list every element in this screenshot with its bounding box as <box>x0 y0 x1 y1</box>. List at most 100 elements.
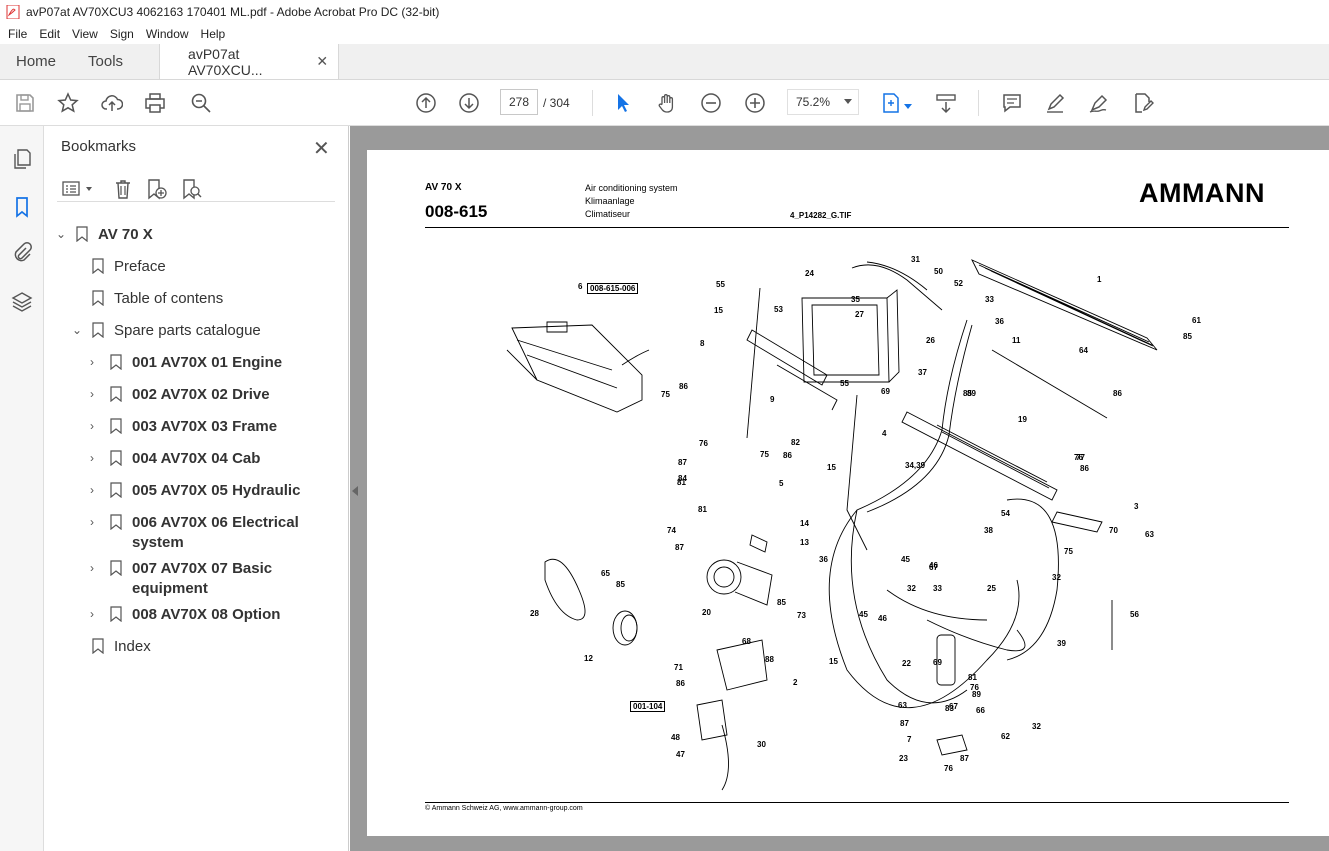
part-callout-label: 12 <box>584 654 593 663</box>
collapsed-chevron-icon[interactable]: › <box>90 419 104 433</box>
page-number-input[interactable]: 278 <box>500 89 538 115</box>
part-callout-label: 85 <box>616 580 625 589</box>
part-callout-label: 15 <box>827 463 836 472</box>
menu-help[interactable]: Help <box>201 27 226 41</box>
collapsed-chevron-icon[interactable]: › <box>90 355 104 369</box>
previous-page-icon[interactable] <box>415 92 437 114</box>
star-icon[interactable] <box>57 92 79 114</box>
menu-edit[interactable]: Edit <box>39 27 60 41</box>
menu-view[interactable]: View <box>72 27 98 41</box>
part-callout-label: 25 <box>987 584 996 593</box>
new-bookmark-icon[interactable] <box>145 178 167 200</box>
part-callout-label: 36 <box>995 317 1004 326</box>
part-callout-label: 52 <box>954 279 963 288</box>
zoom-out-icon[interactable] <box>700 92 722 114</box>
tab-document[interactable]: avP07at AV70XCU... ✕ <box>159 44 340 79</box>
menu-file[interactable]: File <box>8 27 27 41</box>
bookmark-preface[interactable]: Preface <box>92 257 166 277</box>
bookmark-flag-icon <box>110 418 122 434</box>
highlight-pen-icon[interactable] <box>1044 92 1066 114</box>
collapse-panel-icon[interactable] <box>352 486 358 496</box>
bookmarks-icon[interactable] <box>11 196 33 218</box>
zoom-search-icon[interactable] <box>190 92 212 114</box>
bookmarks-panel-title: Bookmarks <box>61 138 137 155</box>
part-callout-label: 35 <box>851 295 860 304</box>
bookmark-index[interactable]: Index <box>92 637 151 657</box>
part-callout-label: 15 <box>714 306 723 315</box>
bookmark-label: 007 AV70X 07 Basic equipment <box>132 560 273 597</box>
upload-cloud-icon[interactable] <box>101 92 124 114</box>
next-page-icon[interactable] <box>458 92 480 114</box>
part-callout-label: 32 <box>1032 722 1041 731</box>
menu-window[interactable]: Window <box>146 27 189 41</box>
collapsed-chevron-icon[interactable]: › <box>90 483 104 497</box>
menu-sign[interactable]: Sign <box>110 27 134 41</box>
bookmark-004-cab[interactable]: › 004 AV70X 04 Cab <box>90 449 260 469</box>
bookmark-label: 006 AV70X 06 Electrical system <box>132 514 299 551</box>
bookmark-003-frame[interactable]: › 003 AV70X 03 Frame <box>90 417 277 437</box>
bookmark-label: Preface <box>114 258 166 275</box>
part-callout-label: 1 <box>1097 275 1102 284</box>
expanded-chevron-icon[interactable]: ⌄ <box>72 323 86 337</box>
part-callout-label: 34,39 <box>905 461 926 470</box>
bookmark-flag-icon <box>92 322 104 338</box>
print-icon[interactable] <box>144 92 166 114</box>
part-callout-label: 36 <box>819 555 828 564</box>
delete-bookmark-icon[interactable] <box>112 178 134 200</box>
tab-tools[interactable]: Tools <box>72 44 139 79</box>
zoom-in-icon[interactable] <box>744 92 766 114</box>
part-callout-label: 66 <box>976 706 985 715</box>
bookmark-007-basic-equipment[interactable]: › 007 AV70X 07 Basic equipment <box>90 559 320 599</box>
bookmark-table-of-contents[interactable]: Table of contens <box>92 289 223 309</box>
part-callout-label: 53 <box>774 305 783 314</box>
part-callout-label: 33 <box>985 295 994 304</box>
bookmark-flag-icon <box>110 354 122 370</box>
scroll-mode-icon[interactable] <box>935 92 957 114</box>
expanded-chevron-icon[interactable]: ⌄ <box>56 227 70 241</box>
collapsed-chevron-icon[interactable]: › <box>90 561 104 575</box>
part-callout-label: 83 <box>945 704 954 713</box>
part-callout-label: 86 <box>1113 389 1122 398</box>
part-callout-label: 81 <box>698 505 707 514</box>
bookmark-spare-parts-catalogue[interactable]: ⌄ Spare parts catalogue <box>72 321 261 341</box>
zoom-level-value: 75.2% <box>796 95 831 109</box>
hand-tool-icon[interactable] <box>656 92 678 114</box>
fit-page-icon[interactable] <box>880 92 902 114</box>
left-navigation-rail <box>0 126 44 851</box>
close-tab-icon[interactable]: ✕ <box>316 53 328 70</box>
collapsed-chevron-icon[interactable]: › <box>90 607 104 621</box>
comment-icon[interactable] <box>1001 92 1023 114</box>
attachments-paperclip-icon[interactable] <box>11 241 33 263</box>
zoom-level-select[interactable]: 75.2% <box>787 89 859 115</box>
close-panel-icon[interactable]: ✕ <box>313 136 330 161</box>
bookmark-005-hydraulic[interactable]: › 005 AV70X 05 Hydraulic <box>90 481 300 501</box>
save-icon[interactable] <box>14 92 36 114</box>
part-callout-label: 2 <box>793 678 798 687</box>
part-callout-label: 63 <box>898 701 907 710</box>
select-cursor-icon[interactable] <box>612 92 634 114</box>
collapsed-chevron-icon[interactable]: › <box>90 451 104 465</box>
page-thumbnails-icon[interactable] <box>11 148 33 170</box>
collapsed-chevron-icon[interactable]: › <box>90 515 104 529</box>
bookmark-008-option[interactable]: › 008 AV70X 08 Option <box>90 605 280 625</box>
bookmark-001-engine[interactable]: › 001 AV70X 01 Engine <box>90 353 282 373</box>
part-callout-label: 33 <box>933 584 942 593</box>
part-callout-label: 26 <box>926 336 935 345</box>
bookmark-av70x[interactable]: ⌄ AV 70 X <box>56 225 153 245</box>
find-bookmark-icon[interactable] <box>180 178 202 200</box>
sign-pen-icon[interactable] <box>1088 92 1110 114</box>
bookmark-002-drive[interactable]: › 002 AV70X 02 Drive <box>90 385 270 405</box>
fit-page-dropdown-icon[interactable] <box>903 98 913 109</box>
part-callout-label: 19 <box>1018 415 1027 424</box>
layers-icon[interactable] <box>11 290 33 312</box>
part-callout-label: 27 <box>855 310 864 319</box>
bookmark-options-icon[interactable] <box>61 178 95 200</box>
edit-pdf-icon[interactable] <box>1132 92 1154 114</box>
part-callout-label: 5 <box>779 479 784 488</box>
bookmark-flag-icon <box>110 560 122 576</box>
bookmark-flag-icon <box>76 226 88 242</box>
collapsed-chevron-icon[interactable]: › <box>90 387 104 401</box>
bookmark-006-electrical[interactable]: › 006 AV70X 06 Electrical system <box>90 513 320 553</box>
part-callout-label: 87 <box>960 754 969 763</box>
tab-home[interactable]: Home <box>0 44 72 79</box>
